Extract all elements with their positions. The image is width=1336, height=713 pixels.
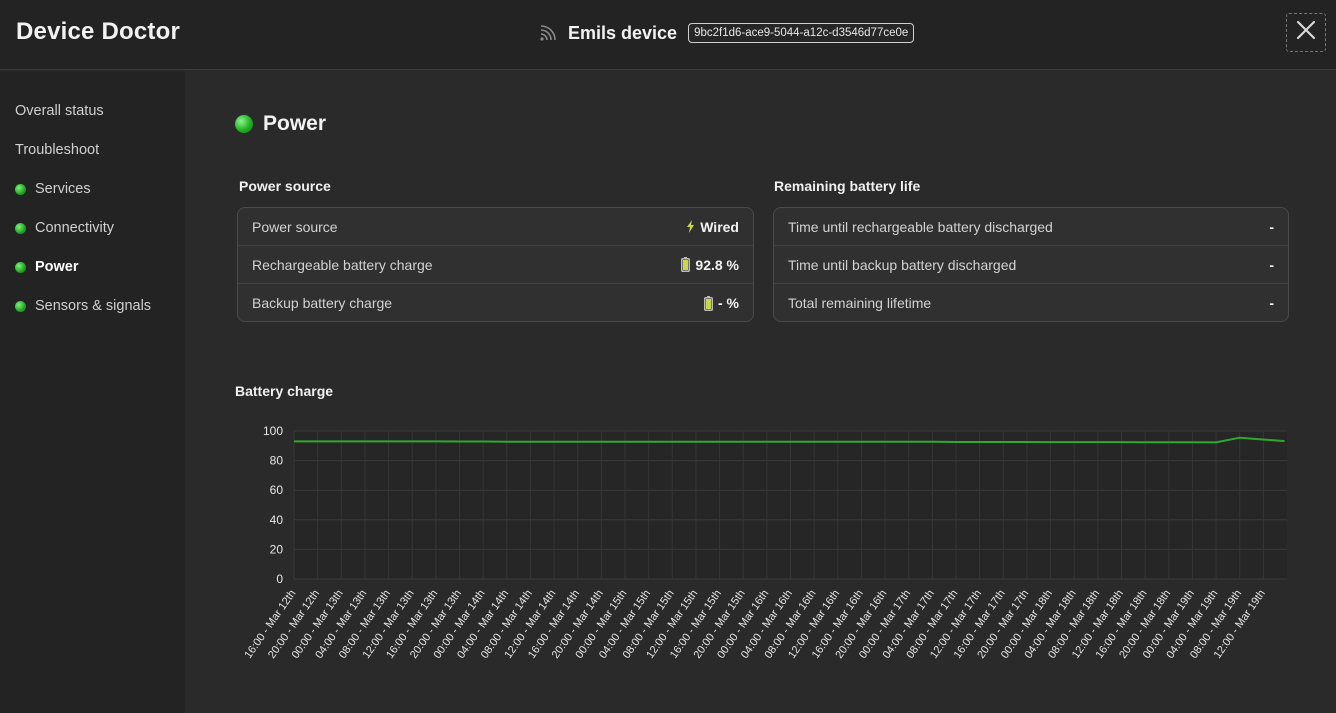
battery-charge-chart: 02040608010016:00 - Mar 12th20:00 - Mar … [242, 424, 1287, 661]
power-source-panel: Power source Wired Rechargeable battery … [237, 207, 754, 322]
close-button[interactable] [1286, 13, 1326, 52]
lightning-icon [687, 220, 695, 233]
row-label: Total remaining lifetime [788, 295, 932, 311]
power-source-value: Wired [700, 218, 739, 235]
battery-icon [681, 257, 691, 272]
table-row: Time until rechargeable battery discharg… [774, 208, 1288, 246]
battery-life-title: Remaining battery life [774, 178, 921, 194]
chart-title: Battery charge [235, 383, 334, 399]
sidebar-item-label: Power [35, 259, 79, 275]
status-ok-icon [15, 183, 26, 195]
row-value: - [1269, 295, 1274, 311]
row-label: Backup battery charge [252, 295, 393, 311]
row-value: - [1269, 218, 1274, 235]
row-value: - % [704, 295, 739, 311]
sidebar-item-power[interactable]: Power [15, 256, 79, 278]
sidebar-item-services[interactable]: Services [15, 178, 91, 200]
sidebar-item-overall-status[interactable]: Overall status [15, 100, 104, 122]
sidebar-item-label: Overall status [15, 103, 104, 119]
backup-charge-value: - % [718, 295, 739, 311]
table-row: Rechargeable battery charge 92.8 % [238, 246, 753, 284]
sidebar-item-label: Connectivity [35, 220, 114, 236]
battery-life-panel: Time until rechargeable battery discharg… [773, 207, 1289, 322]
device-id-badge[interactable]: 9bc2f1d6-ace9-5044-a12c-d3546d77ce0e [688, 23, 915, 43]
y-tick-label: 20 [270, 542, 284, 556]
status-ok-icon [15, 300, 26, 312]
device-name: Emils device [568, 22, 678, 43]
row-label: Power source [252, 218, 338, 235]
row-value: Wired [686, 219, 739, 235]
table-row: Time until backup battery discharged - [774, 246, 1288, 284]
sidebar-item-label: Services [35, 181, 91, 197]
sidebar: Overall status Troubleshoot Services Con… [0, 71, 185, 713]
y-tick-label: 0 [276, 572, 283, 586]
page-title: Power [235, 111, 326, 137]
power-source-title: Power source [239, 178, 331, 194]
row-label: Time until rechargeable battery discharg… [788, 218, 1053, 235]
sidebar-item-label: Sensors & signals [35, 298, 152, 314]
table-row: Power source Wired [238, 208, 753, 246]
status-ok-icon [15, 261, 26, 273]
rechargeable-charge-value: 92.8 % [695, 256, 739, 273]
y-tick-label: 60 [270, 483, 284, 497]
sidebar-item-sensors-signals[interactable]: Sensors & signals [15, 295, 151, 317]
y-tick-label: 40 [270, 513, 284, 527]
y-tick-label: 100 [263, 424, 283, 438]
row-value: - [1269, 256, 1274, 273]
main-content: Power Power source Power source Wired Re… [185, 71, 1336, 713]
close-icon [1296, 20, 1316, 45]
y-tick-label: 80 [270, 454, 284, 468]
row-value: 92.8 % [681, 257, 739, 273]
sidebar-item-connectivity[interactable]: Connectivity [15, 217, 114, 239]
table-row: Backup battery charge - % [238, 284, 753, 321]
sidebar-item-troubleshoot[interactable]: Troubleshoot [15, 139, 99, 161]
row-label: Rechargeable battery charge [252, 256, 433, 273]
page-title-text: Power [263, 112, 327, 135]
table-row: Total remaining lifetime - [774, 284, 1288, 321]
top-bar: Device Doctor Emils device 9bc2f1d6-ace9… [0, 0, 1336, 70]
wireless-signal-icon [538, 23, 558, 43]
app-title: Device Doctor [16, 18, 180, 45]
sidebar-item-label: Troubleshoot [15, 142, 100, 158]
status-ok-icon [235, 115, 253, 133]
battery-icon [704, 295, 713, 311]
device-header: Emils device 9bc2f1d6-ace9-5044-a12c-d35… [538, 20, 915, 46]
row-label: Time until backup battery discharged [788, 256, 1017, 273]
status-ok-icon [15, 222, 26, 234]
